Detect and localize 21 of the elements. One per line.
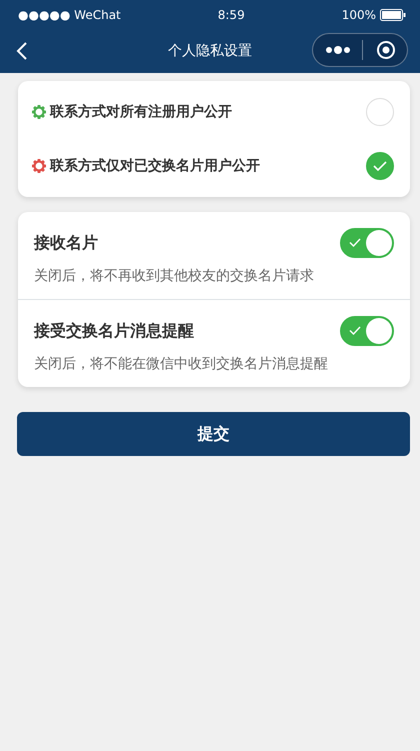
battery-icon [380,9,406,21]
battery-percent: 100% [342,7,376,24]
submit-button[interactable]: 提交 [17,412,410,456]
radio-button[interactable] [366,152,394,180]
check-icon [349,326,361,335]
option-label: 联系方式仅对已交换名片用户公开 [50,156,260,176]
setting-hint: 关闭后，将不再收到其他校友的交换名片请求 [34,267,315,286]
back-icon[interactable] [16,41,28,61]
toggle-switch[interactable] [340,228,394,258]
option-label: 联系方式对所有注册用户公开 [50,102,232,122]
check-icon [373,161,387,171]
setting-title: 接收名片 [34,232,98,254]
more-icon[interactable] [325,45,351,55]
page-title: 个人隐私设置 [168,42,252,61]
toggle-switch[interactable] [340,316,394,346]
check-icon [349,238,361,247]
clock: 8:59 [218,7,245,24]
carrier-label: ●●●●● WeChat [18,7,121,24]
setting-hint: 关闭后，将不能在微信中收到交换名片消息提醒 [34,355,329,374]
close-target-icon[interactable] [376,40,396,60]
setting-title: 接受交换名片消息提醒 [34,320,194,342]
